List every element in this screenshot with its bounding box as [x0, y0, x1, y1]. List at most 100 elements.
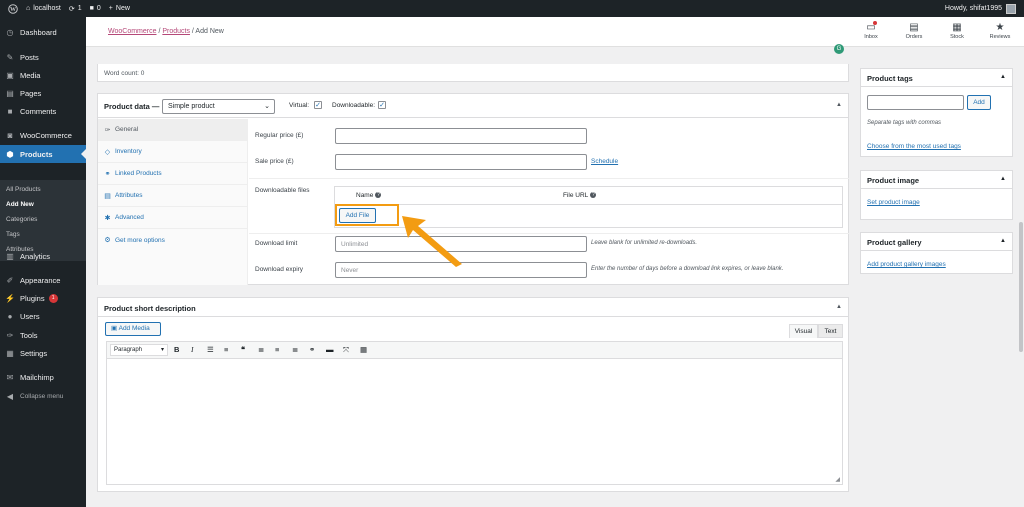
- breadcrumb-products[interactable]: Products: [162, 28, 190, 35]
- collapse-up-icon[interactable]: ▲: [1000, 176, 1006, 182]
- align-left-icon[interactable]: ≣: [258, 345, 264, 354]
- tab-general[interactable]: ✑ General: [98, 119, 248, 141]
- collapse-menu[interactable]: ◀ Collapse menu: [0, 387, 86, 405]
- divider: [249, 233, 849, 234]
- comments-link[interactable]: ■ 0: [90, 5, 101, 12]
- tab-linked-products[interactable]: ⚭ Linked Products: [98, 163, 248, 185]
- short-description-editor[interactable]: ◢: [106, 359, 843, 485]
- submenu-tags[interactable]: Tags: [6, 231, 20, 238]
- bullet-list-icon[interactable]: ☰: [207, 345, 214, 354]
- collapse-icon: ◀: [6, 391, 14, 401]
- menu-analytics[interactable]: ▥ Analytics: [0, 247, 86, 265]
- set-product-image-link[interactable]: Set product image: [867, 199, 920, 206]
- read-more-icon[interactable]: ▬: [326, 345, 334, 354]
- breadcrumb: WooCommerce / Products / Add New: [108, 28, 224, 35]
- italic-icon[interactable]: I: [191, 345, 194, 354]
- resize-handle-icon[interactable]: ◢: [835, 476, 840, 483]
- menu-woocommerce[interactable]: ◙ WooCommerce: [0, 126, 86, 144]
- help-icon[interactable]: ?: [590, 192, 597, 199]
- product-tags-box: Product tags ▲ Add Separate tags with co…: [860, 68, 1013, 157]
- home-icon: ⌂: [26, 5, 31, 12]
- submenu-all-products[interactable]: All Products: [6, 186, 41, 193]
- short-description-title: Product short description: [104, 304, 196, 313]
- orders-icon: ▤: [909, 22, 919, 33]
- quote-icon[interactable]: ❝: [241, 345, 245, 354]
- menu-posts[interactable]: ✎ Posts: [0, 48, 86, 66]
- product-image-title: Product image: [867, 176, 920, 185]
- tab-text[interactable]: Text: [818, 324, 843, 338]
- breadcrumb-woocommerce[interactable]: WooCommerce: [108, 28, 157, 35]
- format-select[interactable]: Paragraph ▾: [110, 344, 168, 356]
- tab-attributes[interactable]: ▤ Attributes: [98, 185, 248, 207]
- page-scrollbar[interactable]: [1019, 222, 1023, 352]
- downloadable-checkbox[interactable]: ✓: [378, 101, 386, 109]
- tab-get-more-options[interactable]: ⚙ Get more options: [98, 229, 248, 251]
- tab-visual[interactable]: Visual: [789, 324, 818, 338]
- schedule-link[interactable]: Schedule: [591, 158, 618, 165]
- help-icon[interactable]: ?: [375, 192, 382, 199]
- grammarly-icon[interactable]: G: [834, 44, 844, 54]
- updates-link[interactable]: ⟳ 1: [69, 5, 82, 13]
- numbered-list-icon[interactable]: ≡: [224, 345, 228, 354]
- align-center-icon[interactable]: ≡: [275, 345, 279, 354]
- admin-sidebar: ◷ Dashboard ✎ Posts ▣ Media ▤ Pages ■ Comment…: [0, 17, 86, 507]
- gear-icon: ✱: [104, 214, 111, 222]
- submenu-categories[interactable]: Categories: [6, 216, 37, 223]
- choose-most-used-tags-link[interactable]: Choose from the most used tags: [867, 143, 961, 150]
- collapse-up-icon[interactable]: ▲: [836, 304, 842, 310]
- regular-price-label: Regular price (£): [255, 132, 304, 139]
- menu-users[interactable]: ● Users: [0, 307, 86, 325]
- virtual-checkbox[interactable]: ✓: [314, 101, 322, 109]
- word-count: Word count: 0: [104, 70, 145, 77]
- collapse-up-icon[interactable]: ▲: [836, 102, 842, 108]
- wordpress-logo-icon[interactable]: W: [8, 3, 18, 14]
- current-menu-arrow: [81, 149, 86, 159]
- list-icon: ▤: [104, 192, 111, 200]
- menu-mailchimp[interactable]: ✉ Mailchimp: [0, 368, 86, 386]
- toolbar-toggle-icon[interactable]: ▦: [360, 345, 367, 354]
- new-content-link[interactable]: + New: [109, 5, 130, 12]
- collapse-up-icon[interactable]: ▲: [1000, 74, 1006, 80]
- add-gallery-images-link[interactable]: Add product gallery images: [867, 261, 946, 268]
- inbox-button[interactable]: ▭ Inbox: [856, 21, 886, 40]
- tab-advanced[interactable]: ✱ Advanced: [98, 207, 248, 229]
- comment-icon: ■: [89, 5, 94, 12]
- menu-plugins[interactable]: ⚡ Plugins 1: [0, 289, 86, 307]
- submenu-add-new[interactable]: Add New: [6, 201, 34, 208]
- link-icon[interactable]: ⚭: [309, 345, 315, 354]
- short-description-header: Product short description ▲: [98, 298, 848, 317]
- account-menu[interactable]: Howdy, shifat1995: [945, 0, 1016, 17]
- orders-button[interactable]: ▤ Orders: [899, 21, 929, 40]
- inventory-icon: ◇: [104, 148, 111, 156]
- add-tag-button[interactable]: Add: [967, 95, 991, 110]
- product-data-header: Product data — Simple product ⌄ Virtual:…: [98, 94, 848, 118]
- menu-settings[interactable]: ▦ Settings: [0, 344, 86, 362]
- tab-inventory[interactable]: ◇ Inventory: [98, 141, 248, 163]
- product-gallery-header: Product gallery ▲: [861, 233, 1012, 251]
- bold-icon[interactable]: B: [174, 345, 179, 354]
- menu-comments[interactable]: ■ Comments: [0, 102, 86, 120]
- align-right-icon[interactable]: ≣: [292, 345, 298, 354]
- menu-pages[interactable]: ▤ Pages: [0, 84, 86, 102]
- fullscreen-icon[interactable]: ⤧: [343, 345, 349, 355]
- menu-media[interactable]: ▣ Media: [0, 66, 86, 84]
- media-icon: ▣: [6, 70, 14, 80]
- menu-dashboard[interactable]: ◷ Dashboard: [0, 23, 86, 41]
- sale-price-input[interactable]: [335, 154, 587, 170]
- menu-appearance[interactable]: ✐ Appearance: [0, 271, 86, 289]
- avatar: [1006, 3, 1016, 14]
- collapse-up-icon[interactable]: ▲: [1000, 238, 1006, 244]
- site-name-link[interactable]: ⌂ localhost: [26, 5, 61, 12]
- menu-products[interactable]: ⬢ Products: [0, 145, 86, 163]
- settings-icon: ▦: [6, 348, 14, 358]
- word-count-bar: Word count: 0: [97, 64, 849, 82]
- add-media-button[interactable]: ▣ Add Media: [105, 322, 161, 336]
- howdy-text: Howdy, shifat1995: [944, 5, 1002, 12]
- new-tag-input[interactable]: [867, 95, 964, 110]
- add-file-button[interactable]: Add File: [339, 208, 376, 223]
- regular-price-input[interactable]: [335, 128, 587, 144]
- stock-button[interactable]: ▦ Stock: [942, 21, 972, 40]
- menu-tools[interactable]: ✑ Tools: [0, 326, 86, 344]
- product-type-select[interactable]: Simple product ⌄: [162, 99, 275, 114]
- reviews-button[interactable]: ★ Reviews: [985, 21, 1015, 40]
